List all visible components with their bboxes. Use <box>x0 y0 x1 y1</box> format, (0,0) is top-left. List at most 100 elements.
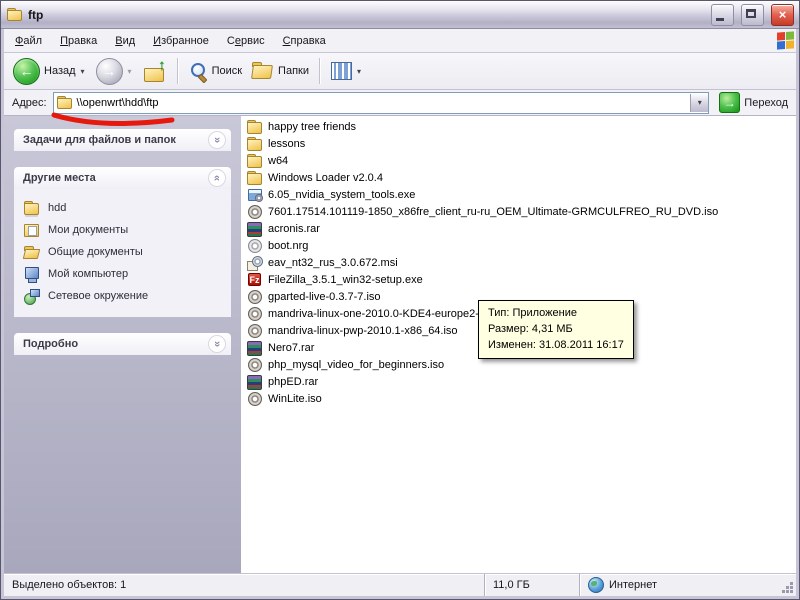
views-button[interactable]: ▾ <box>328 60 365 82</box>
back-label: Назад <box>44 65 76 77</box>
folder-open-icon <box>24 244 40 260</box>
forward-dropdown-icon[interactable]: ▾ <box>127 67 133 76</box>
computer-icon <box>24 266 40 282</box>
list-item[interactable]: boot.nrg <box>245 237 796 254</box>
network-icon <box>24 288 40 304</box>
disc-icon <box>247 289 263 305</box>
sidebar-panel-header[interactable]: Задачи для файлов и папок » <box>14 129 231 151</box>
list-item[interactable]: 7601.17514.101119-1850_x86fre_client_ru-… <box>245 203 796 220</box>
sidebar-panel-body: hdd Мои документыОбщие документы Мой компь… <box>14 189 231 317</box>
list-item[interactable]: happy tree friends <box>245 118 796 135</box>
folder-icon <box>247 153 263 169</box>
menu-item[interactable]: Вид <box>106 32 144 50</box>
back-button[interactable]: ← Назад ▾ <box>10 56 89 87</box>
list-item[interactable]: phpED.rar <box>245 373 796 390</box>
forward-button[interactable]: → ▾ <box>93 56 136 87</box>
address-input[interactable]: \\openwrt\hdd\ftp <box>77 97 687 109</box>
task-pane: Задачи для файлов и папок»Другие места»h… <box>4 116 241 573</box>
address-dropdown-button[interactable]: ▾ <box>690 94 708 112</box>
menu-item[interactable]: Сервис <box>218 32 274 50</box>
forward-icon: → <box>96 58 123 85</box>
rar-icon <box>247 374 263 390</box>
list-item[interactable]: w64 <box>245 152 796 169</box>
minimize-button[interactable] <box>711 4 734 26</box>
back-dropdown-icon[interactable]: ▾ <box>80 67 86 76</box>
toolbar-separator <box>177 58 179 84</box>
sidebar-item[interactable]: Мои документы <box>24 219 227 241</box>
file-name: lessons <box>268 138 305 150</box>
address-label: Адрес: <box>12 97 47 109</box>
disc-icon <box>247 357 263 373</box>
window-title: ftp <box>28 8 704 22</box>
file-name: mandriva-linux-pwp-2010.1-x86_64.iso <box>268 325 458 337</box>
menu-item[interactable]: Справка <box>274 32 335 50</box>
tooltip-size: Размер: 4,31 МБ <box>488 321 624 337</box>
chevron-down-icon[interactable]: » <box>208 131 226 149</box>
window-folder-icon <box>7 8 23 22</box>
address-combo[interactable]: \\openwrt\hdd\ftp ▾ <box>53 92 710 114</box>
address-folder-icon <box>57 96 73 110</box>
sidebar-item[interactable]: Общие документы <box>24 241 227 263</box>
app-icon <box>247 187 263 203</box>
list-item[interactable]: 6.05_nvidia_system_tools.exe <box>245 186 796 203</box>
folders-label: Папки <box>278 65 309 77</box>
title-bar[interactable]: ftp × <box>1 1 799 29</box>
sidebar-item[interactable]: Сетевое окружение <box>24 285 227 307</box>
sidebar-item-label: hdd <box>48 202 66 214</box>
list-item[interactable]: lessons <box>245 135 796 152</box>
search-label: Поиск <box>212 65 242 77</box>
menu-item[interactable]: Избранное <box>144 32 218 50</box>
folder-icon <box>247 119 263 135</box>
explorer-window: ftp × ФайлПравкаВидИзбранноеСервисСправк… <box>0 0 800 600</box>
list-item[interactable]: WinLite.iso <box>245 390 796 407</box>
toolbar: ← Назад ▾ → ▾ Поиск Папки <box>4 53 796 90</box>
file-name: acronis.rar <box>268 223 320 235</box>
views-dropdown-icon[interactable]: ▾ <box>356 67 362 76</box>
toolbar-separator <box>319 58 321 84</box>
list-item[interactable]: eav_nt32_rus_3.0.672.msi <box>245 254 796 271</box>
status-size: 11,0 ГБ <box>484 574 579 596</box>
chevron-down-icon[interactable]: » <box>208 335 226 353</box>
file-tooltip: Тип: Приложение Размер: 4,31 МБ Изменен:… <box>478 300 634 359</box>
file-name: gparted-live-0.3.7-7.iso <box>268 291 381 303</box>
search-button[interactable]: Поиск <box>186 60 245 83</box>
file-name: Nero7.rar <box>268 342 314 354</box>
client-area: ФайлПравкаВидИзбранноеСервисСправка ← На… <box>4 29 796 596</box>
up-button[interactable] <box>140 58 170 84</box>
tooltip-type: Тип: Приложение <box>488 305 624 321</box>
file-name: happy tree friends <box>268 121 356 133</box>
list-item[interactable]: Windows Loader v2.0.4 <box>245 169 796 186</box>
folders-button[interactable]: Папки <box>249 60 312 82</box>
sidebar-item[interactable]: hdd <box>24 197 227 219</box>
content-area: Задачи для файлов и папок»Другие места»h… <box>4 116 796 573</box>
disc-icon <box>247 391 263 407</box>
folder-icon <box>247 136 263 152</box>
sidebar-item[interactable]: Мой компьютер <box>24 263 227 285</box>
status-selection: Выделено объектов: 1 <box>4 574 484 596</box>
file-name: w64 <box>268 155 288 167</box>
msi-icon <box>247 255 263 271</box>
folder-docs-icon <box>24 222 40 238</box>
menu-item[interactable]: Файл <box>6 32 51 50</box>
sidebar-panel: Задачи для файлов и папок » <box>14 129 231 151</box>
maximize-button[interactable] <box>741 4 764 26</box>
resize-grip[interactable] <box>790 590 793 593</box>
file-name: 6.05_nvidia_system_tools.exe <box>268 189 415 201</box>
views-icon <box>331 62 352 80</box>
sidebar-item-label: Сетевое окружение <box>48 290 148 302</box>
menu-bar: ФайлПравкаВидИзбранноеСервисСправка <box>4 29 796 53</box>
file-name: boot.nrg <box>268 240 308 252</box>
sidebar-item-label: Мой компьютер <box>48 268 128 280</box>
file-name: FileZilla_3.5.1_win32-setup.exe <box>268 274 423 286</box>
file-name: WinLite.iso <box>268 393 322 405</box>
list-item[interactable]: acronis.rar <box>245 220 796 237</box>
list-item[interactable]: FileZilla_3.5.1_win32-setup.exe <box>245 271 796 288</box>
close-button[interactable]: × <box>771 4 794 26</box>
folder-icon <box>247 170 263 186</box>
go-button[interactable]: → Переход <box>715 92 792 113</box>
menu-item[interactable]: Правка <box>51 32 106 50</box>
sidebar-panel-header[interactable]: Другие места» <box>14 167 231 189</box>
sidebar-panel-header[interactable]: Подробно» <box>14 333 231 355</box>
sidebar-panel-title: Задачи для файлов и папок <box>23 134 176 146</box>
chevron-up-icon[interactable]: » <box>208 169 226 187</box>
